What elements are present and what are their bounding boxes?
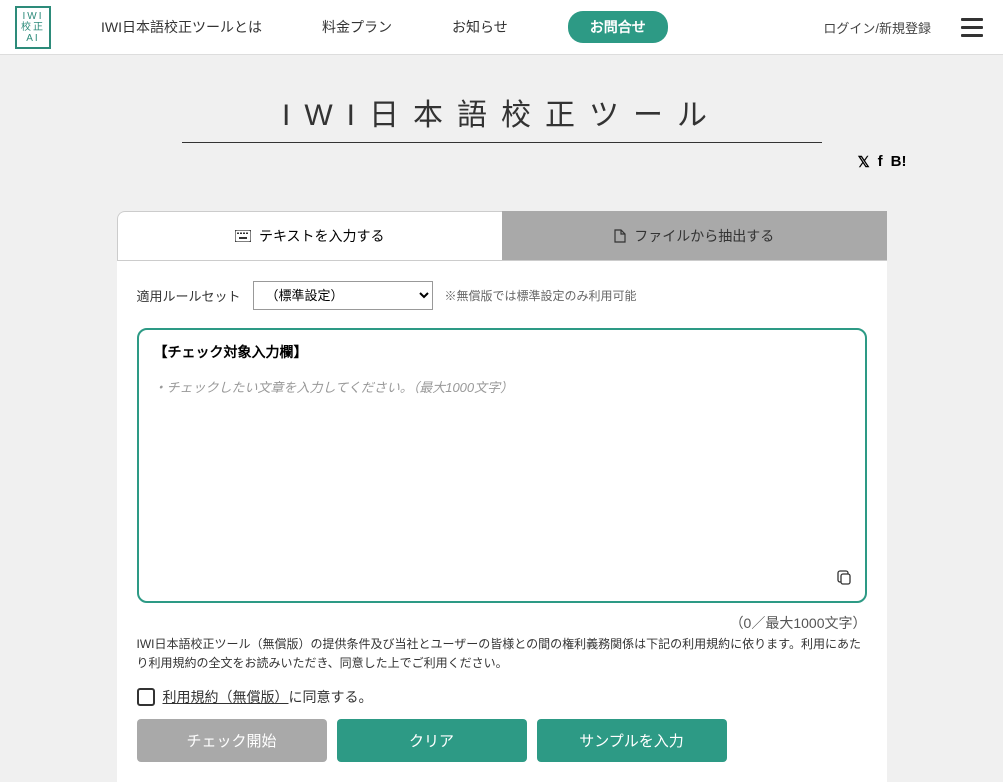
check-button[interactable]: チェック開始 bbox=[137, 719, 327, 762]
page-title-section: IWI日本語校正ツール bbox=[0, 90, 1003, 143]
ruleset-select[interactable]: （標準設定） bbox=[253, 281, 433, 310]
title-divider bbox=[182, 142, 822, 143]
button-row: チェック開始 クリア サンプルを入力 bbox=[137, 719, 867, 762]
agree-row: 利用規約（無償版）に同意する。 bbox=[137, 687, 867, 707]
nav-pricing[interactable]: 料金プラン bbox=[322, 17, 392, 37]
nav-news[interactable]: お知らせ bbox=[452, 17, 508, 37]
copy-icon[interactable] bbox=[837, 570, 853, 591]
sample-button[interactable]: サンプルを入力 bbox=[537, 719, 727, 762]
tab-text-input[interactable]: テキストを入力する bbox=[117, 211, 503, 260]
card-body: 適用ルールセット （標準設定） ※無償版では標準設定のみ利用可能 【チェック対象… bbox=[117, 261, 887, 782]
agree-checkbox[interactable] bbox=[137, 688, 155, 706]
facebook-icon[interactable]: f bbox=[878, 153, 883, 171]
ruleset-note: ※無償版では標準設定のみ利用可能 bbox=[445, 287, 637, 304]
logo-line1: IWI bbox=[21, 11, 45, 22]
header: IWI 校正 AI IWI日本語校正ツールとは 料金プラン お知らせ お問合せ … bbox=[0, 0, 1003, 55]
agree-suffix: に同意する。 bbox=[289, 689, 373, 705]
agree-label: 利用規約（無償版）に同意する。 bbox=[163, 687, 373, 707]
hatena-icon[interactable]: B! bbox=[891, 153, 907, 171]
nav-about[interactable]: IWI日本語校正ツールとは bbox=[101, 17, 262, 37]
x-icon[interactable]: 𝕏 bbox=[858, 153, 870, 171]
logo[interactable]: IWI 校正 AI bbox=[15, 6, 51, 49]
nav-contact[interactable]: お問合せ bbox=[568, 11, 668, 43]
ruleset-row: 適用ルールセット （標準設定） ※無償版では標準設定のみ利用可能 bbox=[137, 281, 867, 310]
keyboard-icon bbox=[235, 230, 251, 242]
clear-button[interactable]: クリア bbox=[337, 719, 527, 762]
tab-text-input-label: テキストを入力する bbox=[259, 226, 385, 246]
input-box[interactable]: 【チェック対象入力欄】 ・チェックしたい文章を入力してください。（最大1000文… bbox=[137, 328, 867, 603]
nav: IWI日本語校正ツールとは 料金プラン お知らせ お問合せ ログイン/新規登録 bbox=[101, 11, 988, 43]
page-title: IWI日本語校正ツール bbox=[0, 90, 1003, 134]
agree-link[interactable]: 利用規約（無償版） bbox=[163, 689, 289, 705]
nav-right: ログイン/新規登録 bbox=[823, 13, 988, 42]
input-box-title: 【チェック対象入力欄】 bbox=[154, 342, 850, 362]
char-count: （0／最大1000文字） bbox=[137, 613, 867, 633]
hamburger-menu-icon[interactable] bbox=[956, 13, 988, 42]
logo-line3: AI bbox=[21, 33, 45, 44]
tab-file-extract[interactable]: ファイルから抽出する bbox=[502, 211, 887, 260]
main-card: テキストを入力する ファイルから抽出する 適用ルールセット （標準設定） ※無償… bbox=[117, 211, 887, 782]
tab-file-extract-label: ファイルから抽出する bbox=[634, 226, 774, 246]
logo-line2: 校正 bbox=[21, 22, 45, 33]
tabs: テキストを入力する ファイルから抽出する bbox=[117, 211, 887, 261]
ruleset-label: 適用ルールセット bbox=[137, 286, 241, 305]
terms-text: IWI日本語校正ツール（無償版）の提供条件及び当社とユーザーの皆様との間の権利義… bbox=[137, 635, 867, 673]
file-icon bbox=[614, 229, 626, 243]
login-link[interactable]: ログイン/新規登録 bbox=[823, 18, 931, 37]
social-icons: 𝕏 f B! bbox=[92, 153, 912, 171]
input-placeholder: ・チェックしたい文章を入力してください。（最大1000文字） bbox=[154, 377, 850, 396]
